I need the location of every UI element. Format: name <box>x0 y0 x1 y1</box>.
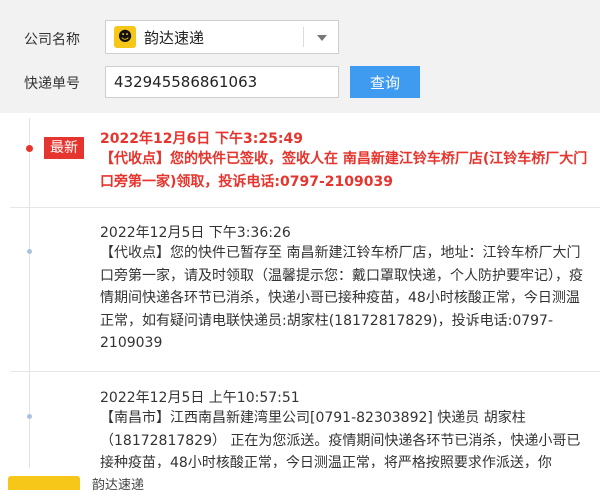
event-time: 2022年12月5日 上午10:57:51 <box>100 390 300 406</box>
search-panel: 公司名称 ☻ 韵达速递 快递单号 查询 <box>0 0 600 113</box>
timeline-dot-latest <box>26 145 33 152</box>
tracking-number-input[interactable] <box>105 66 339 98</box>
yunda-logo-icon: ☻ <box>114 26 136 48</box>
company-select-value: 韵达速递 <box>144 28 205 47</box>
event-time: 2022年12月5日 下午3:36:26 <box>100 225 291 241</box>
event-divider <box>10 207 600 208</box>
event-message: 【代收点】您的快件已暂存至 南昌新建江铃车桥厂店，地址：江铃车桥厂大门口旁第一家… <box>100 245 583 351</box>
timeline-dot <box>27 249 32 254</box>
footer-bar <box>0 468 600 484</box>
tracking-label: 快递单号 <box>24 76 80 92</box>
footer-logo-icon <box>8 476 80 490</box>
event-message: 【南昌市】江西南昌新建湾里公司[0791-82303892] 快递员 胡家柱（1… <box>100 410 581 468</box>
chevron-down-icon[interactable] <box>317 35 327 41</box>
select-divider <box>303 27 304 47</box>
event-divider <box>10 371 600 372</box>
event-time: 2022年12月6日 下午3:25:49 <box>100 131 303 147</box>
query-button[interactable]: 查询 <box>350 66 420 98</box>
company-label: 公司名称 <box>24 32 80 48</box>
event-message: 【代收点】您的快件已签收，签收人在 南昌新建江铃车桥厂店(江铃车桥厂大门口旁第一… <box>100 151 588 190</box>
timeline-dot <box>27 414 32 419</box>
timeline-line <box>29 118 30 478</box>
latest-badge: 最新 <box>44 137 84 159</box>
company-select[interactable]: ☻ 韵达速递 <box>105 20 339 54</box>
